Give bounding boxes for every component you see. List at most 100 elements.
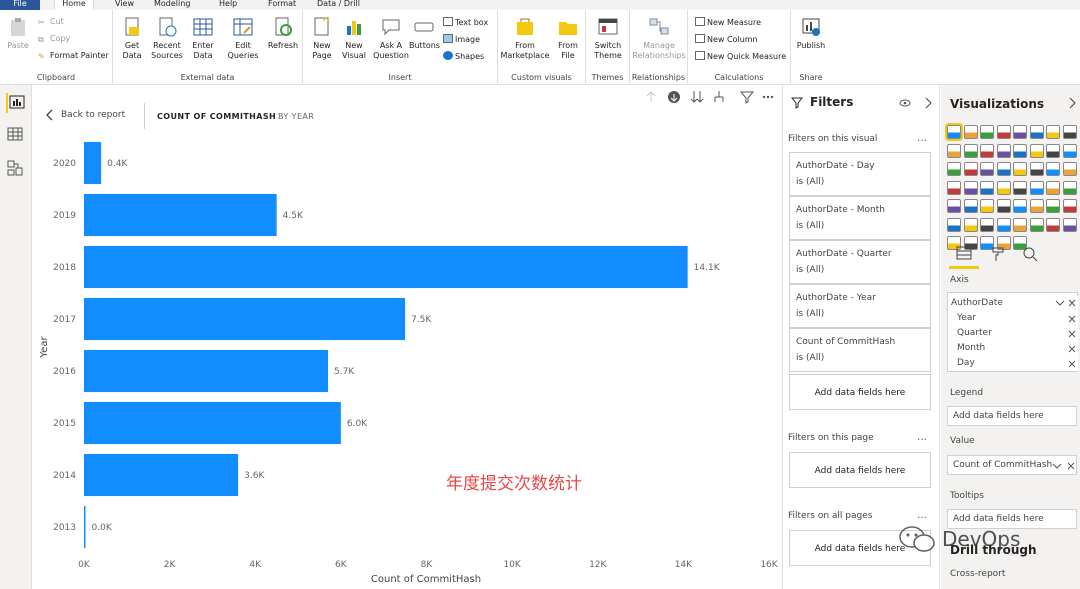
paint-roller-icon[interactable] — [991, 246, 1007, 262]
menu-data-drill[interactable]: Data / Drill — [317, 0, 360, 10]
axis-field-quarter[interactable]: Quarter — [948, 326, 1078, 341]
collapse-visualizations-icon[interactable] — [1067, 97, 1077, 109]
menu-view[interactable]: View — [115, 0, 134, 10]
menu-file[interactable]: File — [0, 0, 40, 10]
axis-field-month[interactable]: Month — [948, 341, 1078, 356]
visual-type-icon[interactable] — [1029, 162, 1044, 176]
remove-field-icon[interactable] — [1068, 299, 1076, 307]
visual-type-icon[interactable] — [1013, 180, 1027, 195]
visual-type-icon[interactable] — [1046, 125, 1060, 139]
visual-type-icon[interactable] — [963, 217, 978, 232]
visual-type-icon[interactable] — [1062, 180, 1077, 195]
remove-field-icon[interactable] — [1068, 345, 1076, 353]
visual-type-icon[interactable] — [996, 199, 1011, 213]
remove-field-icon[interactable] — [1068, 330, 1076, 338]
visual-type-icon[interactable] — [963, 125, 978, 139]
bar[interactable] — [84, 453, 239, 497]
bar[interactable] — [84, 349, 329, 393]
visual-type-icon[interactable] — [1013, 143, 1027, 158]
from-marketplace-button[interactable]: From Marketplace — [500, 16, 550, 61]
visual-type-icon[interactable] — [1046, 199, 1060, 213]
chevron-down-icon[interactable] — [1055, 299, 1065, 307]
remove-field-icon[interactable] — [1068, 315, 1076, 323]
axis-field-year[interactable]: Year — [948, 311, 1078, 326]
enter-data-button[interactable]: Enter Data — [189, 16, 217, 61]
visual-type-icon[interactable] — [1013, 162, 1027, 176]
visual-type-icon[interactable] — [1062, 143, 1077, 158]
visual-type-icon[interactable] — [996, 143, 1011, 158]
visual-type-icon[interactable] — [1062, 217, 1077, 232]
menu-modeling[interactable]: Modeling — [154, 0, 190, 10]
shapes-button[interactable]: Shapes — [443, 51, 484, 62]
copy-button[interactable]: ⧉ Copy — [38, 34, 70, 44]
visual-type-icon[interactable] — [1013, 125, 1027, 139]
visual-type-icon[interactable] — [980, 217, 994, 232]
visual-type-icon[interactable] — [1046, 217, 1060, 232]
visual-type-icon[interactable] — [980, 162, 994, 176]
visual-type-icon[interactable] — [980, 125, 994, 139]
legend-drop-zone[interactable]: Add data fields here — [947, 406, 1077, 426]
menu-home[interactable]: Home — [54, 0, 94, 10]
visual-type-icon[interactable] — [1013, 217, 1027, 232]
eye-icon[interactable] — [899, 98, 911, 108]
visual-type-icon[interactable] — [947, 162, 961, 176]
more-options-icon[interactable]: … — [917, 432, 928, 443]
new-page-button[interactable]: New Page — [307, 16, 337, 61]
new-column-button[interactable]: New Column — [695, 34, 758, 45]
cut-button[interactable]: ✂ Cut — [38, 17, 64, 27]
fields-tab[interactable] — [949, 245, 979, 269]
recent-sources-button[interactable]: Recent Sources — [149, 16, 185, 61]
filter-card[interactable]: AuthorDate - Month is (All) — [789, 196, 931, 240]
manage-relationships-button[interactable]: Manage Relationships — [632, 16, 686, 61]
visual-type-icon[interactable] — [1029, 125, 1044, 139]
visual-type-icon[interactable] — [996, 180, 1011, 195]
filter-card[interactable]: AuthorDate - Quarter is (All) — [789, 240, 931, 284]
remove-field-icon[interactable] — [1068, 360, 1076, 368]
visual-type-icon[interactable] — [945, 123, 963, 141]
text-box-button[interactable]: Text box — [443, 17, 488, 28]
ask-question-button[interactable]: Ask A Question — [371, 16, 411, 61]
remove-field-icon[interactable] — [1067, 462, 1075, 470]
get-data-button[interactable]: Get Data — [117, 16, 147, 61]
visual-type-icon[interactable] — [963, 162, 978, 176]
chevron-down-icon[interactable] — [1052, 462, 1062, 470]
visual-type-icon[interactable] — [963, 180, 978, 195]
bar[interactable] — [84, 505, 86, 549]
visual-type-icon[interactable] — [1062, 162, 1077, 176]
menu-format[interactable]: Format — [268, 0, 296, 10]
new-measure-button[interactable]: New Measure — [695, 17, 761, 28]
image-button[interactable]: Image — [443, 34, 480, 45]
visual-type-icon[interactable] — [996, 162, 1011, 176]
buttons-button[interactable]: Buttons — [409, 16, 440, 51]
visual-type-icon[interactable] — [1046, 180, 1060, 195]
more-options-icon[interactable]: … — [917, 133, 928, 144]
visual-type-icon[interactable] — [1062, 199, 1077, 213]
axis-field-day[interactable]: Day — [948, 356, 1078, 371]
visual-type-icon[interactable] — [1046, 162, 1060, 176]
visual-type-icon[interactable] — [947, 199, 961, 213]
refresh-button[interactable]: Refresh — [267, 16, 299, 51]
collapse-filters-icon[interactable] — [923, 97, 933, 109]
data-view-button[interactable] — [6, 125, 26, 145]
visual-type-icon[interactable] — [996, 125, 1011, 139]
visual-type-icon[interactable] — [1029, 143, 1044, 158]
analytics-icon[interactable] — [1021, 246, 1039, 262]
visual-type-icon[interactable] — [1029, 180, 1044, 195]
visual-type-icon[interactable] — [1062, 125, 1077, 139]
bar[interactable] — [84, 141, 102, 185]
visual-type-icon[interactable] — [1013, 199, 1027, 213]
new-quick-measure-button[interactable]: New Quick Measure — [695, 51, 786, 62]
visual-filter-drop-zone[interactable]: Add data fields here — [789, 374, 931, 410]
visual-type-icon[interactable] — [963, 143, 978, 158]
paste-button[interactable]: Paste — [4, 16, 32, 51]
visual-type-icon[interactable] — [1029, 217, 1044, 232]
bar[interactable] — [84, 245, 688, 289]
more-options-icon[interactable]: … — [917, 510, 928, 521]
filter-card[interactable]: AuthorDate - Year is (All) — [789, 284, 931, 328]
visual-type-icon[interactable] — [980, 143, 994, 158]
visual-type-icon[interactable] — [996, 217, 1011, 232]
bar[interactable] — [84, 193, 277, 237]
visual-type-icon[interactable] — [980, 180, 994, 195]
visual-type-icon[interactable] — [947, 180, 961, 195]
page-filter-drop-zone[interactable]: Add data fields here — [789, 452, 931, 488]
